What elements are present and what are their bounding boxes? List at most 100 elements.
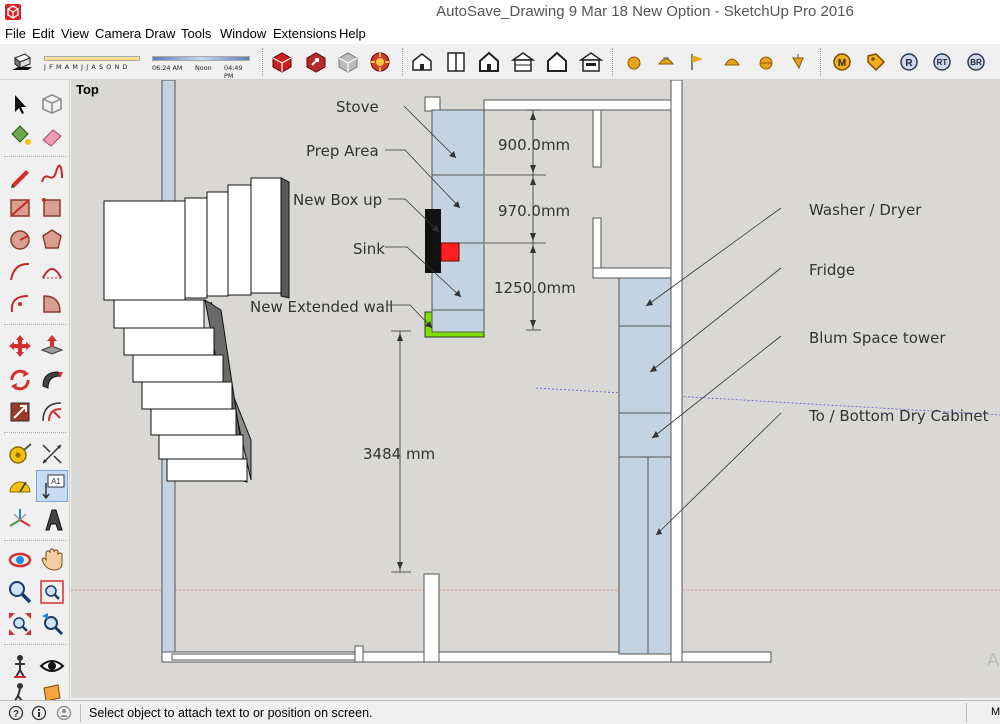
look-around-eye-icon[interactable] <box>38 652 66 680</box>
title-bar: AutoSave_Drawing 9 Mar 18 New Option - S… <box>0 0 1000 24</box>
select-arrow-icon[interactable] <box>6 90 34 118</box>
label-washer-dryer: Washer / Dryer <box>809 201 922 219</box>
shadow-time-slider[interactable]: 06:24 AM Noon 04:49 PM <box>150 50 252 80</box>
eraser-icon[interactable] <box>38 122 66 150</box>
offset-icon[interactable] <box>38 398 66 426</box>
label-dry-cabinet: To / Bottom Dry Cabinet <box>808 407 989 425</box>
shadow-sun-icon[interactable] <box>622 50 646 74</box>
right-wall <box>670 80 683 663</box>
extension-m-icon[interactable]: M <box>830 50 854 74</box>
half-sphere-icon[interactable] <box>720 50 744 74</box>
new-box-up-black <box>425 209 441 273</box>
doorway-post <box>354 645 364 663</box>
text-tool-active[interactable]: A1 <box>36 470 68 502</box>
extension-r-icon[interactable]: R <box>897 50 921 74</box>
tall-cabinet-column <box>618 277 672 655</box>
scale-icon[interactable] <box>6 398 34 426</box>
staircase <box>103 177 290 483</box>
extension-warehouse-icon[interactable] <box>368 50 392 74</box>
axes-icon[interactable] <box>6 506 34 534</box>
bottom-wall-inner <box>171 653 361 661</box>
share-component-icon[interactable] <box>336 50 360 74</box>
left-view-icon[interactable] <box>579 50 603 74</box>
rotated-rectangle-icon[interactable] <box>38 194 66 222</box>
shadow-date-slider[interactable]: J F M A M J J A S O N D <box>42 50 142 76</box>
back-view-icon[interactable] <box>545 50 569 74</box>
svg-text:BR: BR <box>970 58 982 67</box>
2-point-arc-icon[interactable] <box>38 258 66 286</box>
share-model-icon[interactable] <box>304 50 328 74</box>
drawing-viewport[interactable]: Top Stove Prep Area New Box up Sink New … <box>71 80 1000 698</box>
pan-hand-icon[interactable] <box>38 546 66 574</box>
position-camera-icon[interactable] <box>6 652 34 680</box>
follow-me-icon[interactable] <box>38 366 66 394</box>
wall-return <box>592 267 672 279</box>
extension-tag-icon[interactable] <box>864 50 888 74</box>
status-bar: ? Select object to attach text to or pos… <box>0 700 1000 724</box>
status-hint-text: Select object to attach text to or posit… <box>89 706 373 720</box>
top-wall <box>483 99 672 111</box>
activation-watermark: A <box>987 650 1000 671</box>
measurements-box[interactable]: M <box>966 703 1000 723</box>
top-view-icon[interactable] <box>444 50 468 74</box>
move-icon[interactable] <box>6 332 34 360</box>
3d-warehouse-icon[interactable] <box>270 50 294 74</box>
menu-extensions[interactable]: Extensions <box>273 26 337 41</box>
menu-edit[interactable]: Edit <box>32 26 54 41</box>
shadows-toggle-icon[interactable] <box>10 50 34 74</box>
label-stove: Stove <box>336 98 379 116</box>
rotate-icon[interactable] <box>6 366 34 394</box>
menu-file[interactable]: File <box>5 26 26 41</box>
credits-info-icon[interactable] <box>31 705 47 721</box>
front-view-icon[interactable] <box>477 50 501 74</box>
right-view-icon[interactable] <box>511 50 535 74</box>
wall-fin-lower <box>592 217 602 276</box>
dimension-icon[interactable] <box>38 440 66 468</box>
3-point-arc-icon[interactable] <box>6 290 34 318</box>
make-component-icon[interactable] <box>38 90 66 118</box>
rectangle-icon[interactable] <box>6 194 34 222</box>
zoom-window-icon[interactable] <box>38 578 66 606</box>
extension-br-icon[interactable]: BR <box>964 50 988 74</box>
tape-measure-icon[interactable] <box>6 440 34 468</box>
extension-rt-icon[interactable]: RT <box>930 50 954 74</box>
push-pull-icon[interactable] <box>38 332 66 360</box>
pie-icon[interactable] <box>38 290 66 318</box>
arc-icon[interactable] <box>6 258 34 286</box>
menu-help[interactable]: Help <box>339 26 366 41</box>
iso-view-icon[interactable] <box>410 50 434 74</box>
text-tool-icon: A1 <box>42 474 65 500</box>
menu-tools[interactable]: Tools <box>181 26 211 41</box>
label-new-box-up: New Box up <box>293 191 382 209</box>
menu-camera[interactable]: Camera <box>95 26 141 41</box>
menu-window[interactable]: Window <box>220 26 266 41</box>
menu-draw[interactable]: Draw <box>145 26 175 41</box>
freehand-icon[interactable] <box>38 162 66 190</box>
line-pencil-icon[interactable] <box>6 162 34 190</box>
previous-view-icon[interactable] <box>38 610 66 638</box>
menu-view[interactable]: View <box>61 26 89 41</box>
paint-bucket-icon[interactable] <box>6 122 34 150</box>
dimension-1250: 1250.0mm <box>494 279 576 297</box>
protractor-icon[interactable] <box>6 472 34 500</box>
sphere-slice-icon[interactable] <box>754 50 778 74</box>
menu-bar: File Edit View Camera Draw Tools Window … <box>0 24 1000 44</box>
circle-icon[interactable] <box>6 226 34 254</box>
top-toolbar: J F M A M J J A S O N D 06:24 AM Noon 04… <box>0 44 1000 80</box>
user-account-icon[interactable] <box>56 705 72 721</box>
window-title: AutoSave_Drawing 9 Mar 18 New Option - S… <box>436 3 854 20</box>
svg-text:M: M <box>838 58 846 69</box>
time-start-label: 06:24 AM <box>152 64 183 72</box>
zoom-extents-icon[interactable] <box>6 610 34 638</box>
drawing-canvas[interactable]: Stove Prep Area New Box up Sink New Exte… <box>71 80 1000 698</box>
cone-light-icon[interactable] <box>786 50 810 74</box>
dimension-900: 900.0mm <box>498 136 570 154</box>
orbit-icon[interactable] <box>6 546 34 574</box>
polygon-icon[interactable] <box>38 226 66 254</box>
flag-marker-icon[interactable] <box>686 50 710 74</box>
zoom-icon[interactable] <box>6 578 34 606</box>
section-plane-icon[interactable] <box>654 50 678 74</box>
geo-location-icon[interactable]: ? <box>8 705 24 721</box>
dimension-3484: 3484 mm <box>363 445 435 463</box>
3d-text-icon[interactable] <box>38 506 66 534</box>
